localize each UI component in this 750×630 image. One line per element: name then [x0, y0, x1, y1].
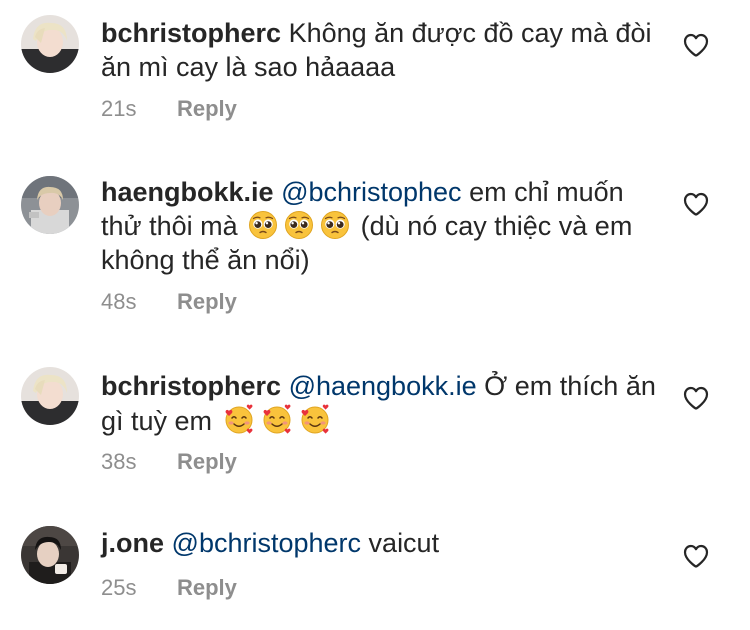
- smiling-face-with-hearts-emoji: [223, 403, 255, 435]
- comment-timestamp: 25s: [101, 575, 137, 600]
- reply-button[interactable]: Reply: [177, 289, 237, 314]
- avatar[interactable]: [21, 526, 79, 584]
- comment-message: vaicut: [368, 528, 440, 558]
- pleading-face-emoji: [320, 210, 350, 240]
- comment-text: haengbokk.ie @bchristophec em chỉ muốn t…: [101, 175, 661, 277]
- heart-icon[interactable]: [683, 386, 709, 410]
- comment-meta: 38s Reply: [101, 449, 237, 475]
- heart-icon[interactable]: [683, 192, 709, 216]
- pleading-face-emoji: [284, 210, 314, 240]
- comment-timestamp: 38s: [101, 449, 137, 474]
- comment-mention[interactable]: @bchristopherc: [172, 528, 362, 558]
- heart-icon[interactable]: [683, 544, 709, 568]
- avatar[interactable]: [21, 15, 79, 73]
- comment-username[interactable]: bchristopherc: [101, 371, 281, 401]
- smiling-face-with-hearts-emoji: [261, 403, 293, 435]
- avatar[interactable]: [21, 367, 79, 425]
- comment-text: j.one @bchristopherc vaicut: [101, 526, 661, 560]
- comment-username[interactable]: bchristopherc: [101, 18, 281, 48]
- comment-meta: 48s Reply: [101, 289, 237, 315]
- comment-text: bchristopherc @haengbokk.ie Ở em thích ă…: [101, 369, 661, 438]
- comment-meta: 25s Reply: [101, 575, 237, 601]
- comment-text: bchristopherc Không ăn được đồ cay mà đò…: [101, 16, 661, 84]
- comment-mention[interactable]: @bchristophec: [281, 177, 462, 207]
- avatar[interactable]: [21, 176, 79, 234]
- comment-timestamp: 48s: [101, 289, 137, 314]
- comment-timestamp: 21s: [101, 96, 137, 121]
- reply-button[interactable]: Reply: [177, 96, 237, 121]
- smiling-face-with-hearts-emoji: [299, 403, 331, 435]
- comment-username[interactable]: haengbokk.ie: [101, 177, 274, 207]
- heart-icon[interactable]: [683, 33, 709, 57]
- comment-mention[interactable]: @haengbokk.ie: [289, 371, 477, 401]
- pleading-face-emoji: [248, 210, 278, 240]
- reply-button[interactable]: Reply: [177, 575, 237, 600]
- reply-button[interactable]: Reply: [177, 449, 237, 474]
- comment-meta: 21s Reply: [101, 96, 237, 122]
- comment-username[interactable]: j.one: [101, 528, 164, 558]
